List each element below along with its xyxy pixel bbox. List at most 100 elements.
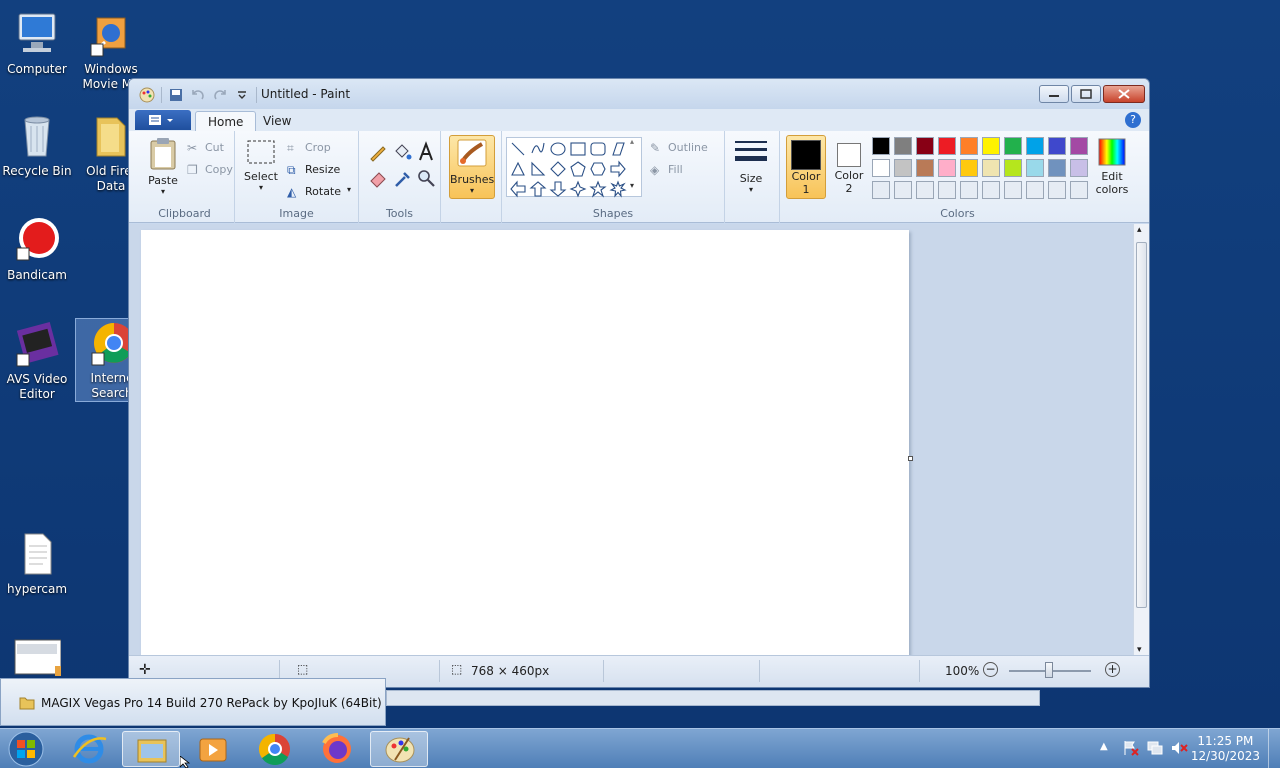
- start-button[interactable]: [6, 730, 46, 768]
- zoom-slider-thumb[interactable]: [1045, 662, 1053, 678]
- palette-swatch[interactable]: [1070, 137, 1088, 155]
- tab-home[interactable]: Home: [195, 111, 257, 131]
- color1-button[interactable]: Color 1: [786, 135, 826, 199]
- redo-icon[interactable]: [212, 87, 228, 103]
- magnifier-tool[interactable]: [415, 167, 437, 189]
- palette-swatch[interactable]: [982, 159, 1000, 177]
- scroll-down-icon[interactable]: ▾: [1137, 645, 1142, 655]
- action-center-icon[interactable]: [1122, 739, 1140, 757]
- shape-option[interactable]: [531, 142, 545, 154]
- copy-button[interactable]: Copy: [205, 163, 233, 176]
- palette-empty-swatch[interactable]: [872, 181, 890, 199]
- brushes-button[interactable]: Brushes ▾: [449, 135, 495, 199]
- system-clock[interactable]: 11:25 PM 12/30/2023: [1191, 734, 1260, 764]
- eraser-tool[interactable]: [367, 167, 389, 189]
- palette-swatch[interactable]: [894, 137, 912, 155]
- tab-view[interactable]: View: [251, 111, 303, 131]
- maximize-button[interactable]: [1071, 85, 1101, 103]
- palette-empty-swatch[interactable]: [894, 181, 912, 199]
- palette-empty-swatch[interactable]: [1048, 181, 1066, 199]
- palette-swatch[interactable]: [1026, 159, 1044, 177]
- taskbar-firefox[interactable]: [308, 731, 366, 767]
- edit-colors-button[interactable]: Edit colors: [1094, 137, 1130, 196]
- taskbar-internet-explorer[interactable]: [60, 731, 118, 767]
- cut-button[interactable]: Cut: [205, 141, 224, 154]
- palette-empty-swatch[interactable]: [1004, 181, 1022, 199]
- desktop-icon-avs-video-editor[interactable]: AVS Video Editor: [0, 320, 74, 402]
- shape-option[interactable]: [609, 180, 627, 198]
- palette-empty-swatch[interactable]: [1026, 181, 1044, 199]
- palette-swatch[interactable]: [916, 137, 934, 155]
- palette-swatch[interactable]: [1070, 159, 1088, 177]
- shape-option[interactable]: [589, 180, 607, 198]
- vertical-scrollbar[interactable]: ▴ ▾: [1133, 224, 1149, 656]
- shape-option[interactable]: [569, 180, 587, 198]
- fill-button[interactable]: Fill: [668, 163, 683, 176]
- rotate-button[interactable]: Rotate: [305, 185, 341, 198]
- help-icon[interactable]: ?: [1125, 112, 1141, 128]
- volume-muted-icon[interactable]: [1170, 739, 1188, 757]
- palette-swatch[interactable]: [894, 159, 912, 177]
- drawing-canvas[interactable]: [141, 230, 909, 656]
- zoom-in-icon[interactable]: +: [1105, 662, 1120, 677]
- palette-swatch[interactable]: [1004, 159, 1022, 177]
- taskbar-thumbnail-popup[interactable]: MAGIX Vegas Pro 14 Build 270 RePack by K…: [0, 678, 386, 726]
- shapes-scroll-up-icon[interactable]: ▴: [630, 137, 634, 146]
- size-button[interactable]: Size ▾: [731, 137, 771, 194]
- scroll-thumb[interactable]: [1136, 242, 1147, 608]
- shape-option[interactable]: [590, 162, 606, 176]
- rotate-dropdown-icon[interactable]: ▾: [347, 185, 351, 194]
- save-icon[interactable]: [168, 87, 184, 103]
- crop-button[interactable]: Crop: [305, 141, 331, 154]
- pencil-tool[interactable]: [367, 141, 389, 163]
- outline-button[interactable]: Outline: [668, 141, 708, 154]
- shape-option[interactable]: [549, 181, 567, 197]
- shape-option[interactable]: [590, 142, 606, 156]
- color-picker-tool[interactable]: [391, 167, 413, 189]
- palette-swatch[interactable]: [872, 159, 890, 177]
- shape-option[interactable]: [550, 161, 566, 177]
- taskbar-file-explorer[interactable]: [122, 731, 180, 767]
- taskbar-media-player[interactable]: [184, 731, 242, 767]
- palette-empty-swatch[interactable]: [916, 181, 934, 199]
- palette-swatch[interactable]: [960, 159, 978, 177]
- taskbar-chrome[interactable]: [246, 731, 304, 767]
- fill-tool[interactable]: [391, 141, 413, 163]
- resize-button[interactable]: Resize: [305, 163, 340, 176]
- shape-option[interactable]: [550, 142, 566, 156]
- canvas-resize-handle[interactable]: [908, 456, 913, 461]
- palette-swatch[interactable]: [960, 137, 978, 155]
- palette-swatch[interactable]: [1048, 159, 1066, 177]
- show-hidden-icons-icon[interactable]: ▲: [1100, 741, 1108, 752]
- palette-swatch[interactable]: [982, 137, 1000, 155]
- desktop-icon-bandicam[interactable]: Bandicam: [0, 216, 74, 283]
- zoom-out-icon[interactable]: −: [983, 662, 998, 677]
- show-desktop-button[interactable]: [1268, 729, 1280, 768]
- scroll-up-icon[interactable]: ▴: [1137, 225, 1142, 235]
- close-button[interactable]: [1103, 85, 1145, 103]
- shape-option[interactable]: [612, 142, 625, 156]
- shape-option[interactable]: [529, 181, 547, 197]
- paint-app-icon[interactable]: [139, 87, 155, 103]
- paint-menu-button[interactable]: [135, 110, 191, 130]
- shape-option[interactable]: [511, 142, 525, 156]
- shapes-more-icon[interactable]: ▾: [630, 181, 634, 190]
- shape-option[interactable]: [511, 161, 525, 176]
- palette-swatch[interactable]: [1026, 137, 1044, 155]
- desktop-icon-computer[interactable]: Computer: [0, 10, 74, 77]
- network-icon[interactable]: [1146, 739, 1164, 757]
- palette-swatch[interactable]: [1004, 137, 1022, 155]
- shapes-gallery[interactable]: [506, 137, 642, 198]
- customize-qat-icon[interactable]: [234, 87, 250, 103]
- palette-swatch[interactable]: [916, 159, 934, 177]
- undo-icon[interactable]: [190, 87, 206, 103]
- color2-button[interactable]: Color 2: [830, 135, 868, 199]
- palette-swatch[interactable]: [938, 159, 956, 177]
- palette-swatch[interactable]: [938, 137, 956, 155]
- desktop-icon-hypercam[interactable]: hypercam: [0, 530, 74, 597]
- shape-option[interactable]: [570, 142, 586, 156]
- taskbar-paint[interactable]: [370, 731, 428, 767]
- shape-option[interactable]: [570, 161, 586, 177]
- shape-option[interactable]: [510, 180, 526, 198]
- palette-empty-swatch[interactable]: [1070, 181, 1088, 199]
